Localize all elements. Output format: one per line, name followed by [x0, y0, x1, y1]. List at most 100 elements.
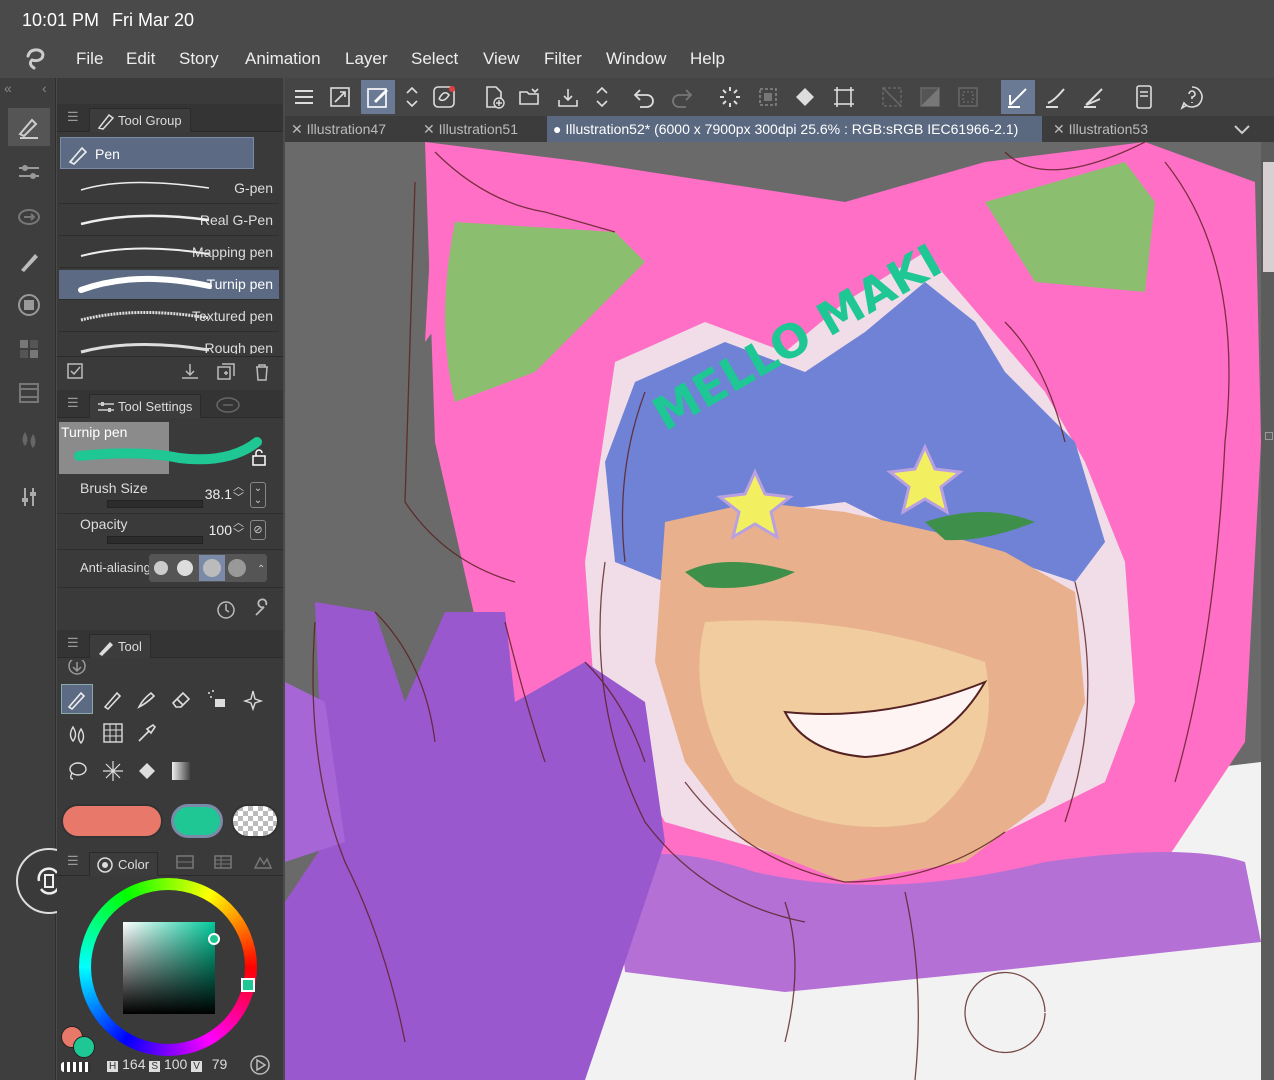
timeline-icon[interactable]: [8, 374, 50, 412]
color-slider-tab-icon[interactable]: [175, 854, 195, 870]
snap-brush-icon[interactable]: [1039, 80, 1073, 114]
menu-select[interactable]: Select: [411, 49, 458, 69]
mini-transparent-chip[interactable]: [61, 1062, 91, 1072]
pattern-tool-icon[interactable]: [97, 718, 129, 748]
brush-icon[interactable]: [8, 242, 50, 280]
reset-icon[interactable]: [215, 598, 237, 620]
scroll-down-icon[interactable]: [65, 660, 89, 676]
right-panel-handle-icon[interactable]: [1265, 432, 1273, 440]
snap-perspective-icon[interactable]: [1077, 80, 1111, 114]
close-icon[interactable]: ✕: [423, 121, 435, 137]
transform-crop-icon[interactable]: [827, 80, 861, 114]
spray-tool-icon[interactable]: [201, 684, 233, 714]
sparkle-tool-icon[interactable]: [237, 684, 269, 714]
artwork-illustration[interactable]: MELLO MAKI: [285, 142, 1261, 1080]
edit-mode-icon[interactable]: [361, 80, 395, 114]
trash-icon[interactable]: [251, 361, 273, 383]
adjust-sliders-icon[interactable]: [8, 478, 50, 516]
copy-check-icon[interactable]: [65, 361, 87, 383]
opacity-stepper[interactable]: ︿ ﹀: [233, 518, 244, 540]
navigator-thumbnail[interactable]: [1263, 162, 1274, 272]
hamburger-menu-icon[interactable]: [287, 80, 321, 114]
opacity-pressure-icon[interactable]: ⊘: [250, 520, 266, 540]
invert-selection-icon[interactable]: [913, 80, 947, 114]
deselect-icon[interactable]: [875, 80, 909, 114]
menu-edit[interactable]: Edit: [126, 49, 155, 69]
brush-size-stepper[interactable]: ︿ ﹀: [233, 482, 244, 504]
play-circle-icon[interactable]: [249, 1054, 271, 1076]
collapse-arrow-icon[interactable]: ‹: [42, 80, 47, 96]
brush-size-pressure-icon[interactable]: ⌄ ⌄: [250, 482, 266, 508]
help-icon[interactable]: [1175, 80, 1209, 114]
tool-property-toggle-icon[interactable]: [8, 108, 50, 146]
select-all-icon[interactable]: [751, 80, 785, 114]
close-icon[interactable]: ✕: [291, 121, 303, 137]
main-color-chip[interactable]: [61, 804, 163, 838]
collapse-left-icon[interactable]: «: [4, 80, 12, 96]
menu-filter[interactable]: Filter: [544, 49, 582, 69]
transparent-color-chip[interactable]: [231, 804, 279, 838]
app-logo-icon[interactable]: [20, 44, 50, 74]
tab-color[interactable]: Color: [89, 852, 159, 876]
eraser-tool-icon[interactable]: [165, 684, 197, 714]
duplicate-icon[interactable]: [215, 361, 237, 383]
panel-menu-icon[interactable]: ☰: [67, 635, 79, 651]
menu-view[interactable]: View: [483, 49, 520, 69]
pencil-tool-icon[interactable]: [97, 684, 129, 714]
toolbar-stepper-icon[interactable]: [585, 80, 619, 114]
panel-menu-icon[interactable]: ☰: [67, 109, 79, 125]
material-icon[interactable]: [8, 330, 50, 368]
panel-menu-icon[interactable]: ☰: [67, 395, 79, 411]
tool-group-pen[interactable]: Pen: [60, 137, 254, 169]
eyedropper-tool-icon[interactable]: [131, 718, 163, 748]
brush-tool-icon[interactable]: [131, 684, 163, 714]
sub-tool-detail-icon[interactable]: [8, 154, 50, 192]
ink-drops-icon[interactable]: [8, 420, 50, 458]
menu-window[interactable]: Window: [606, 49, 666, 69]
color-set-tab-icon[interactable]: [213, 854, 233, 870]
wrench-icon[interactable]: [251, 598, 273, 620]
pen-tool-button[interactable]: [61, 684, 93, 714]
brush-real-g-pen[interactable]: Real G-Pen: [59, 206, 279, 236]
save-icon[interactable]: [551, 80, 585, 114]
menu-story[interactable]: Story: [179, 49, 219, 69]
device-icon[interactable]: [1127, 80, 1161, 114]
brush-size-slider[interactable]: [107, 500, 203, 508]
sv-picker-handle[interactable]: [208, 933, 220, 945]
color-history-tab-icon[interactable]: [253, 854, 273, 870]
brush-g-pen[interactable]: G-pen: [59, 174, 279, 204]
redo-icon[interactable]: [665, 80, 699, 114]
antialias-selector[interactable]: ⌃: [149, 554, 267, 582]
drawing-canvas[interactable]: MELLO MAKI: [285, 142, 1261, 1080]
close-icon[interactable]: ✕: [1053, 121, 1065, 137]
panel-menu-icon[interactable]: ☰: [67, 853, 79, 869]
sub-color-chip[interactable]: [171, 804, 223, 838]
new-file-icon[interactable]: [477, 80, 511, 114]
opacity-slider[interactable]: [107, 536, 203, 544]
brush-textured-pen[interactable]: Textured pen: [59, 302, 279, 332]
loading-spinner-icon[interactable]: [713, 80, 747, 114]
menu-file[interactable]: File: [76, 49, 103, 69]
import-icon[interactable]: [179, 361, 201, 383]
fill-tool-icon[interactable]: [131, 756, 163, 786]
mini-color-swap[interactable]: [61, 1026, 97, 1062]
tab-tool-settings[interactable]: Tool Settings: [89, 394, 202, 418]
gradient-tool-icon[interactable]: [165, 756, 197, 786]
open-folder-icon[interactable]: [513, 80, 547, 114]
toolbar-stepper-icon[interactable]: [395, 80, 429, 114]
canvas-tab[interactable]: ✕ Illustration53: [1047, 116, 1175, 142]
transform-icon[interactable]: [8, 198, 50, 236]
tab-overflow-chevron-down-icon[interactable]: [1233, 122, 1251, 136]
selection-border-icon[interactable]: [951, 80, 985, 114]
menu-help[interactable]: Help: [690, 49, 725, 69]
clip-studio-icon[interactable]: [427, 80, 461, 114]
fullscreen-icon[interactable]: [323, 80, 357, 114]
layer-icon[interactable]: [8, 286, 50, 324]
tab-tool-group[interactable]: Tool Group: [89, 108, 191, 132]
menu-animation[interactable]: Animation: [245, 49, 321, 69]
canvas-tab[interactable]: ✕ Illustration47: [285, 116, 413, 142]
tab-tool[interactable]: Tool: [89, 634, 151, 658]
brush-mapping-pen[interactable]: Mapping pen: [59, 238, 279, 268]
auto-select-tool-icon[interactable]: [97, 756, 129, 786]
color-sv-square[interactable]: [123, 922, 215, 1014]
